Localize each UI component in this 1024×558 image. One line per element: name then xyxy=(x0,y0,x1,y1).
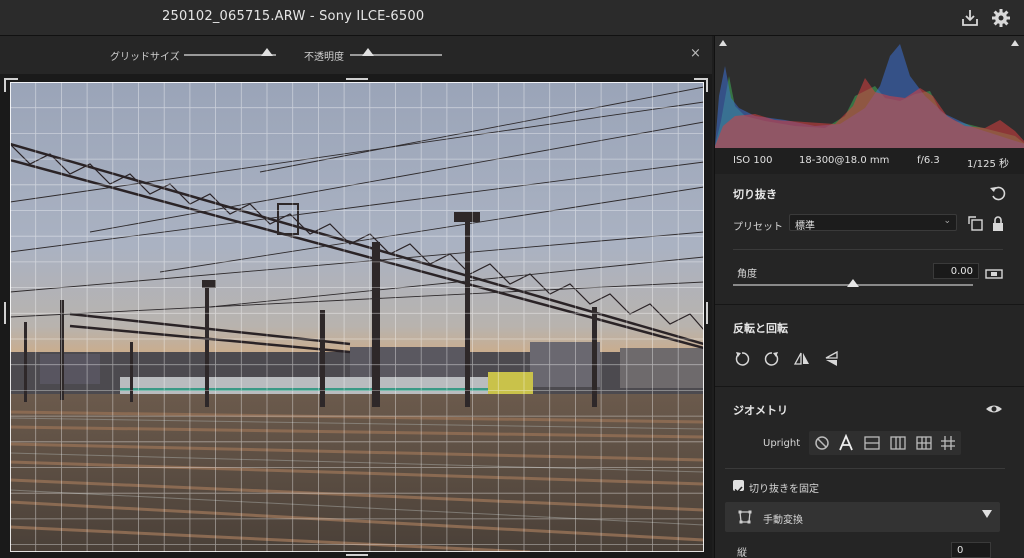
transform-icon xyxy=(738,510,752,524)
exif-aperture: f/6.3 xyxy=(917,155,940,166)
crop-handle-right[interactable] xyxy=(706,302,708,324)
crop-handle-bottom[interactable] xyxy=(346,554,368,556)
rotate-right-icon[interactable] xyxy=(763,350,781,368)
develop-panel: ISO 100 18-300@18.0 mm f/6.3 1/125 秒 切り抜… xyxy=(714,36,1024,558)
level-tool-icon[interactable] xyxy=(985,264,1003,282)
grid-toolbar: グリッドサイズ 不透明度 × xyxy=(0,36,712,74)
manual-transform-header[interactable]: 手動変換 xyxy=(725,502,1000,532)
histogram-graph xyxy=(715,44,1024,148)
flip-horizontal-icon[interactable] xyxy=(793,350,811,368)
histogram xyxy=(715,36,1024,148)
exif-info-bar: ISO 100 18-300@18.0 mm f/6.3 1/125 秒 xyxy=(715,148,1024,174)
railway-photo xyxy=(10,82,704,552)
upright-guided-icon[interactable] xyxy=(939,434,957,452)
lock-icon[interactable] xyxy=(989,215,1007,233)
crop-handle-top-left-v[interactable] xyxy=(4,78,6,92)
crop-section-title: 切り抜き xyxy=(733,188,777,201)
upright-full-icon[interactable] xyxy=(915,434,933,452)
upright-mode-group xyxy=(809,431,961,455)
gear-icon[interactable] xyxy=(991,8,1011,28)
preset-label: プリセット xyxy=(733,222,783,233)
rotate-left-icon[interactable] xyxy=(733,350,751,368)
section-divider-2 xyxy=(715,386,1024,387)
preset-select[interactable]: 標準 ⌄ xyxy=(789,214,957,232)
shadow-clip-indicator[interactable] xyxy=(719,40,727,46)
geometry-divider xyxy=(725,468,1005,469)
upright-auto-icon[interactable] xyxy=(837,434,855,452)
angle-slider-thumb[interactable] xyxy=(847,279,859,287)
vertical-input[interactable]: 0 xyxy=(951,542,991,558)
check-icon xyxy=(734,486,743,494)
exif-iso: ISO 100 xyxy=(733,155,773,166)
crop-divider xyxy=(733,249,1003,250)
reset-icon[interactable] xyxy=(989,184,1007,202)
opacity-slider-thumb[interactable] xyxy=(362,48,375,56)
upright-label: Upright xyxy=(763,438,801,449)
chevron-down-icon: ⌄ xyxy=(943,216,951,226)
vertical-label: 縦 xyxy=(737,548,747,558)
window-title: 250102_065715.ARW - Sony ILCE-6500 xyxy=(162,9,425,24)
exif-lens: 18-300@18.0 mm xyxy=(799,155,890,166)
section-divider-1 xyxy=(715,304,1024,305)
image-canvas[interactable] xyxy=(0,74,712,558)
crop-handle-left[interactable] xyxy=(4,302,6,324)
upright-off-icon[interactable] xyxy=(813,434,831,452)
title-bar: 250102_065715.ARW - Sony ILCE-6500 xyxy=(0,0,1024,36)
close-grid-button[interactable]: × xyxy=(690,46,701,61)
angle-label: 角度 xyxy=(737,269,757,280)
geometry-section-title: ジオメトリ xyxy=(733,404,788,417)
preset-select-value: 標準 xyxy=(795,221,815,232)
aspect-swap-icon[interactable] xyxy=(967,215,985,233)
rotate-section-title: 反転と回転 xyxy=(733,322,788,335)
grid-size-label: グリッドサイズ xyxy=(110,52,180,63)
crop-handle-top-right-v[interactable] xyxy=(706,78,708,92)
upright-level-icon[interactable] xyxy=(863,434,881,452)
opacity-label: 不透明度 xyxy=(304,52,344,63)
manual-transform-label: 手動変換 xyxy=(763,515,803,526)
chevron-down-icon xyxy=(982,510,992,518)
crop-handle-top-left[interactable] xyxy=(4,78,18,80)
export-icon[interactable] xyxy=(960,8,980,28)
eye-icon[interactable] xyxy=(985,400,1003,418)
flip-vertical-icon[interactable] xyxy=(823,350,841,368)
constrain-crop-label: 切り抜きを固定 xyxy=(749,484,819,495)
exif-shutter: 1/125 秒 xyxy=(967,159,1009,170)
upright-vertical-icon[interactable] xyxy=(889,434,907,452)
grid-size-slider-thumb[interactable] xyxy=(260,48,273,56)
crop-handle-top[interactable] xyxy=(346,78,368,80)
photo-preview xyxy=(10,82,704,552)
angle-input[interactable]: 0.00 xyxy=(933,263,979,279)
constrain-crop-checkbox[interactable] xyxy=(733,480,744,494)
highlight-clip-indicator[interactable] xyxy=(1011,40,1019,46)
